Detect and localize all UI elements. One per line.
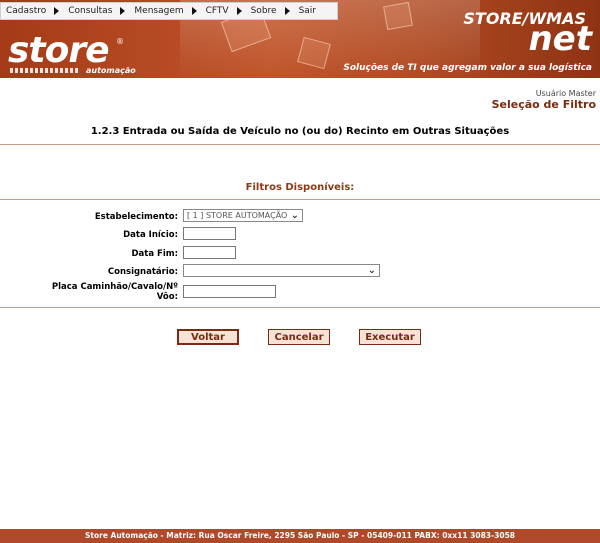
- footer-address: Store Automação - Matriz: Rua Oscar Frei…: [0, 529, 600, 543]
- store-logo: store: [8, 30, 110, 71]
- logo-subtitle: automação: [86, 66, 136, 75]
- menu-item-sobre[interactable]: Sobre: [246, 3, 294, 19]
- estabelecimento-label: Estabelecimento:: [94, 212, 178, 222]
- executar-button[interactable]: Executar: [359, 329, 421, 345]
- cancelar-button[interactable]: Cancelar: [268, 329, 330, 345]
- consignatario-label: Consignatário:: [107, 267, 178, 277]
- consignatario-select[interactable]: ⌄: [183, 264, 380, 277]
- tagline: Soluções de TI que agregam valor a sua l…: [343, 63, 592, 73]
- product-name-main: net: [528, 19, 592, 59]
- top-menu: Cadastro Consultas Mensagem CFTV Sobre S…: [0, 2, 338, 20]
- decor-cube: [383, 1, 413, 31]
- chevron-down-icon: ⌄: [367, 265, 376, 276]
- filters-title: Filtros Disponíveis:: [245, 182, 355, 193]
- logo-stripes: [10, 68, 80, 73]
- section-title: Seleção de Filtro: [491, 98, 596, 111]
- menu-item-consultas[interactable]: Consultas: [63, 3, 129, 19]
- data-inicio-input[interactable]: [183, 227, 236, 240]
- header-banner: Cadastro Consultas Mensagem CFTV Sobre S…: [0, 0, 600, 78]
- placa-label-line2: Vôo:: [156, 292, 178, 302]
- menu-item-sair[interactable]: Sair: [294, 3, 316, 19]
- arrow-right-icon: [191, 7, 197, 15]
- estabelecimento-select[interactable]: [ 1 ] STORE AUTOMAÇÃO ⌄: [183, 209, 303, 222]
- voltar-button[interactable]: Voltar: [177, 329, 239, 345]
- registered-mark: ®: [116, 37, 124, 46]
- chevron-down-icon: ⌄: [290, 210, 299, 221]
- estabelecimento-value: [ 1 ] STORE AUTOMAÇÃO: [187, 211, 288, 220]
- user-name: Usuário Master: [535, 89, 596, 98]
- page-title: 1.2.3 Entrada ou Saída de Veículo no (ou…: [90, 126, 510, 137]
- placa-label: Placa Caminhão/Cavalo/Nº Vôo:: [40, 282, 178, 302]
- menu-item-cadastro[interactable]: Cadastro: [1, 3, 63, 19]
- arrow-right-icon: [284, 7, 290, 15]
- data-fim-label: Data Fim:: [131, 249, 178, 259]
- menu-item-cftv[interactable]: CFTV: [201, 3, 246, 19]
- arrow-right-icon: [236, 7, 242, 15]
- placa-input[interactable]: [183, 285, 276, 298]
- divider: [0, 199, 600, 200]
- divider: [0, 144, 600, 145]
- placa-label-line1: Placa Caminhão/Cavalo/Nº: [51, 282, 178, 292]
- divider: [0, 307, 600, 308]
- menu-item-mensagem[interactable]: Mensagem: [129, 3, 200, 19]
- arrow-right-icon: [54, 7, 60, 15]
- arrow-right-icon: [120, 7, 126, 15]
- data-inicio-label: Data Início:: [123, 230, 178, 240]
- data-fim-input[interactable]: [183, 246, 236, 259]
